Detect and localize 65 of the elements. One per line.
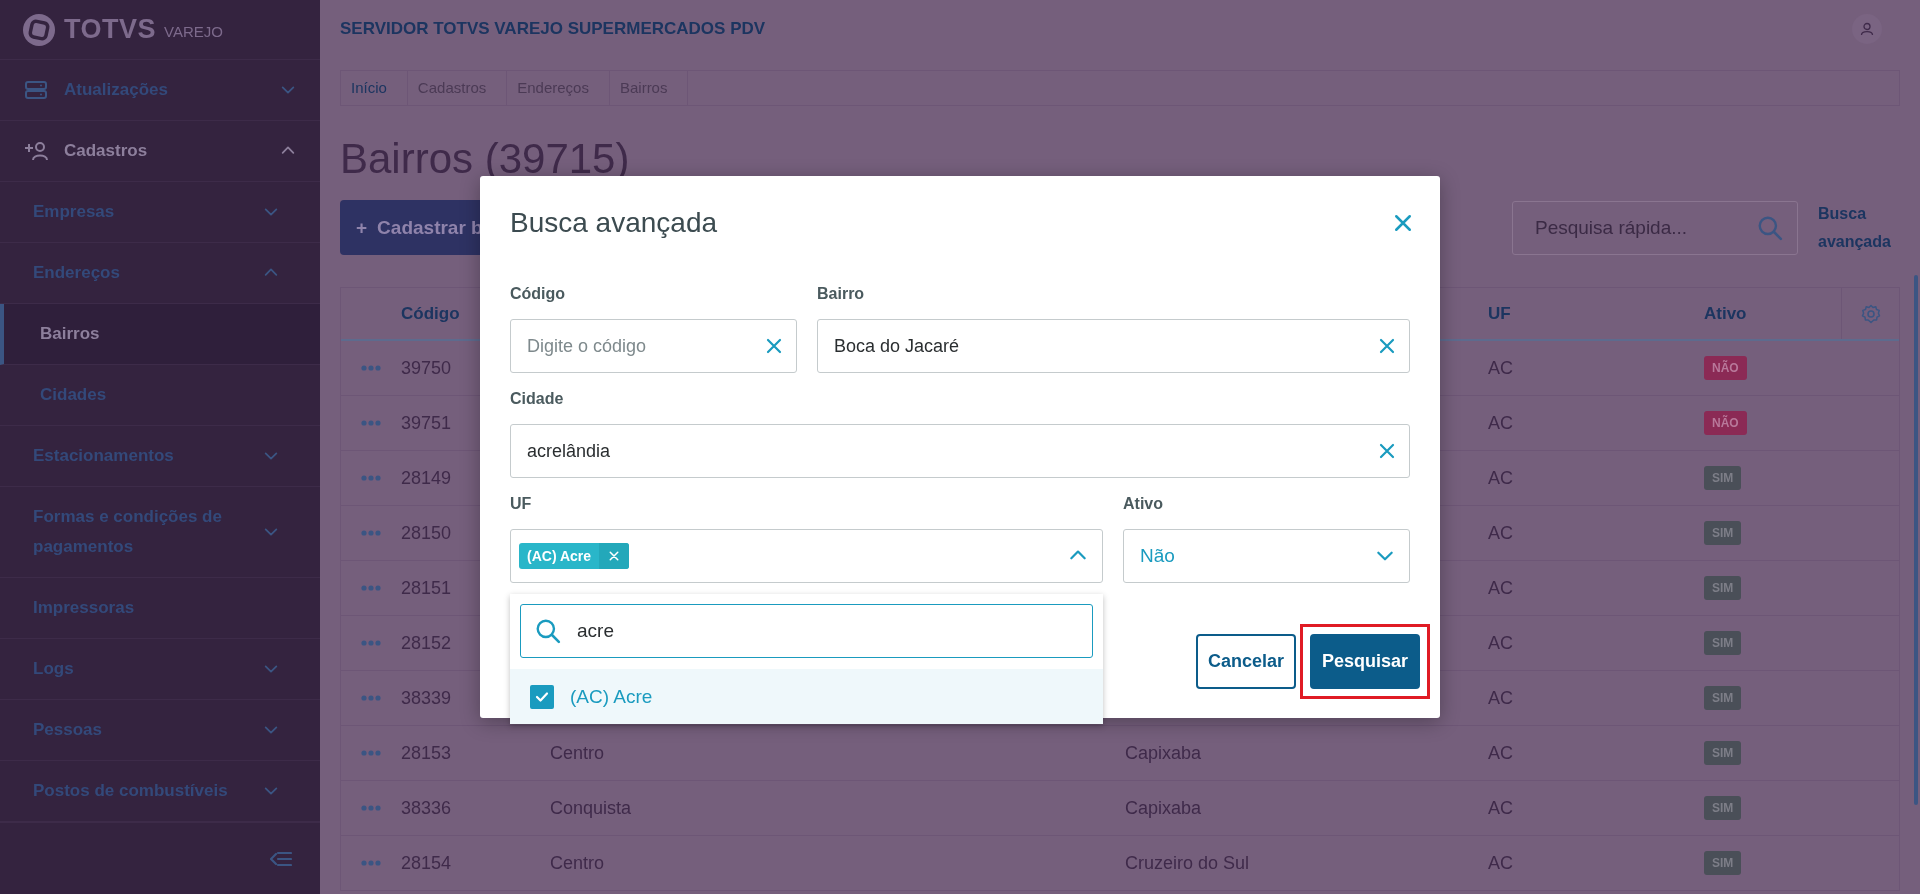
more-icon[interactable] — [361, 750, 381, 756]
more-icon[interactable] — [361, 530, 381, 536]
sidebar-item[interactable]: Impressoras — [0, 578, 320, 639]
sidebar-item[interactable]: Postos de combustíveis — [0, 761, 320, 822]
more-icon[interactable] — [361, 860, 381, 866]
search-icon[interactable] — [535, 618, 561, 644]
select-field[interactable]: Não — [1123, 529, 1410, 583]
clear-icon[interactable] — [766, 338, 782, 354]
more-icon[interactable] — [361, 365, 381, 371]
check-icon — [535, 690, 549, 703]
clear-icon[interactable] — [1379, 443, 1395, 459]
filter-tag[interactable]: (AC) Acre — [519, 543, 630, 569]
collapse-menu-icon[interactable] — [270, 849, 292, 868]
sidebar-item[interactable]: Empresas — [0, 182, 320, 243]
field-label: Bairro — [817, 284, 866, 304]
field-label: Cidade — [510, 389, 565, 409]
status-badge: NÃO — [1704, 356, 1747, 380]
more-icon[interactable] — [361, 475, 381, 481]
logo-text: TOTVS — [64, 14, 157, 45]
sidebar-item[interactable]: Cadastros — [0, 121, 320, 182]
more-icon[interactable] — [361, 585, 381, 591]
breadcrumb-link[interactable]: Início — [341, 71, 408, 105]
scrollbar[interactable] — [1914, 275, 1918, 805]
more-icon[interactable] — [361, 805, 381, 811]
option-label: (AC) Acre — [570, 685, 653, 708]
more-icon[interactable] — [361, 640, 381, 646]
app-title: SERVIDOR TOTVS VAREJO SUPERMERCADOS PDV — [340, 18, 766, 39]
remove-icon[interactable] — [609, 551, 620, 561]
sidebar-item[interactable]: Formas e condições de pagamentos — [0, 487, 320, 578]
search-field[interactable]: acre — [520, 604, 1093, 658]
text-field[interactable]: acrelândia — [510, 424, 1410, 478]
close-icon[interactable] — [1394, 214, 1412, 232]
sidebar-item[interactable]: Bairros — [0, 304, 320, 365]
more-icon[interactable] — [361, 420, 381, 426]
clear-icon[interactable] — [1379, 338, 1395, 354]
logo-icon — [22, 12, 56, 47]
settings-icon[interactable] — [1860, 303, 1881, 324]
advanced-search-link[interactable]: Busca avançada — [1818, 199, 1900, 256]
text-field[interactable]: Digite o código — [510, 319, 797, 373]
sidebar-item[interactable]: Estacionamentos — [0, 426, 320, 487]
add-person-icon — [24, 140, 48, 162]
multiselect-field[interactable]: (AC) Acre — [510, 529, 1103, 583]
more-icon[interactable] — [361, 695, 381, 701]
server-icon — [24, 79, 48, 101]
logo-subtext: VAREJO — [164, 23, 223, 40]
field-label: Ativo — [1123, 494, 1164, 514]
search-button[interactable]: Pesquisar — [1309, 634, 1420, 689]
sidebar-item[interactable]: Pessoas — [0, 700, 320, 761]
user-icon — [1860, 21, 1874, 36]
search-icon[interactable] — [1757, 214, 1783, 241]
search-field[interactable]: Pesquisa rápida... — [1512, 200, 1798, 255]
sidebar-item[interactable]: Cidades — [0, 365, 320, 426]
sidebar-item[interactable]: Atualizações — [0, 60, 320, 121]
field-label: UF — [510, 494, 533, 514]
text-field[interactable]: Boca do Jacaré — [817, 319, 1410, 373]
column-header[interactable]: Ativo — [1704, 303, 1747, 324]
column-header[interactable]: UF — [1488, 303, 1511, 324]
field-label: Código — [510, 284, 567, 304]
cancel-button[interactable]: Cancelar — [1195, 634, 1296, 689]
user-avatar[interactable] — [1852, 13, 1882, 44]
sidebar-item[interactable]: Logs — [0, 639, 320, 700]
column-header[interactable]: Código — [401, 303, 460, 324]
status-badge: NÃO — [1704, 411, 1747, 435]
checkbox[interactable] — [530, 684, 554, 709]
dropdown-option[interactable]: (AC) Acre — [510, 669, 1103, 724]
